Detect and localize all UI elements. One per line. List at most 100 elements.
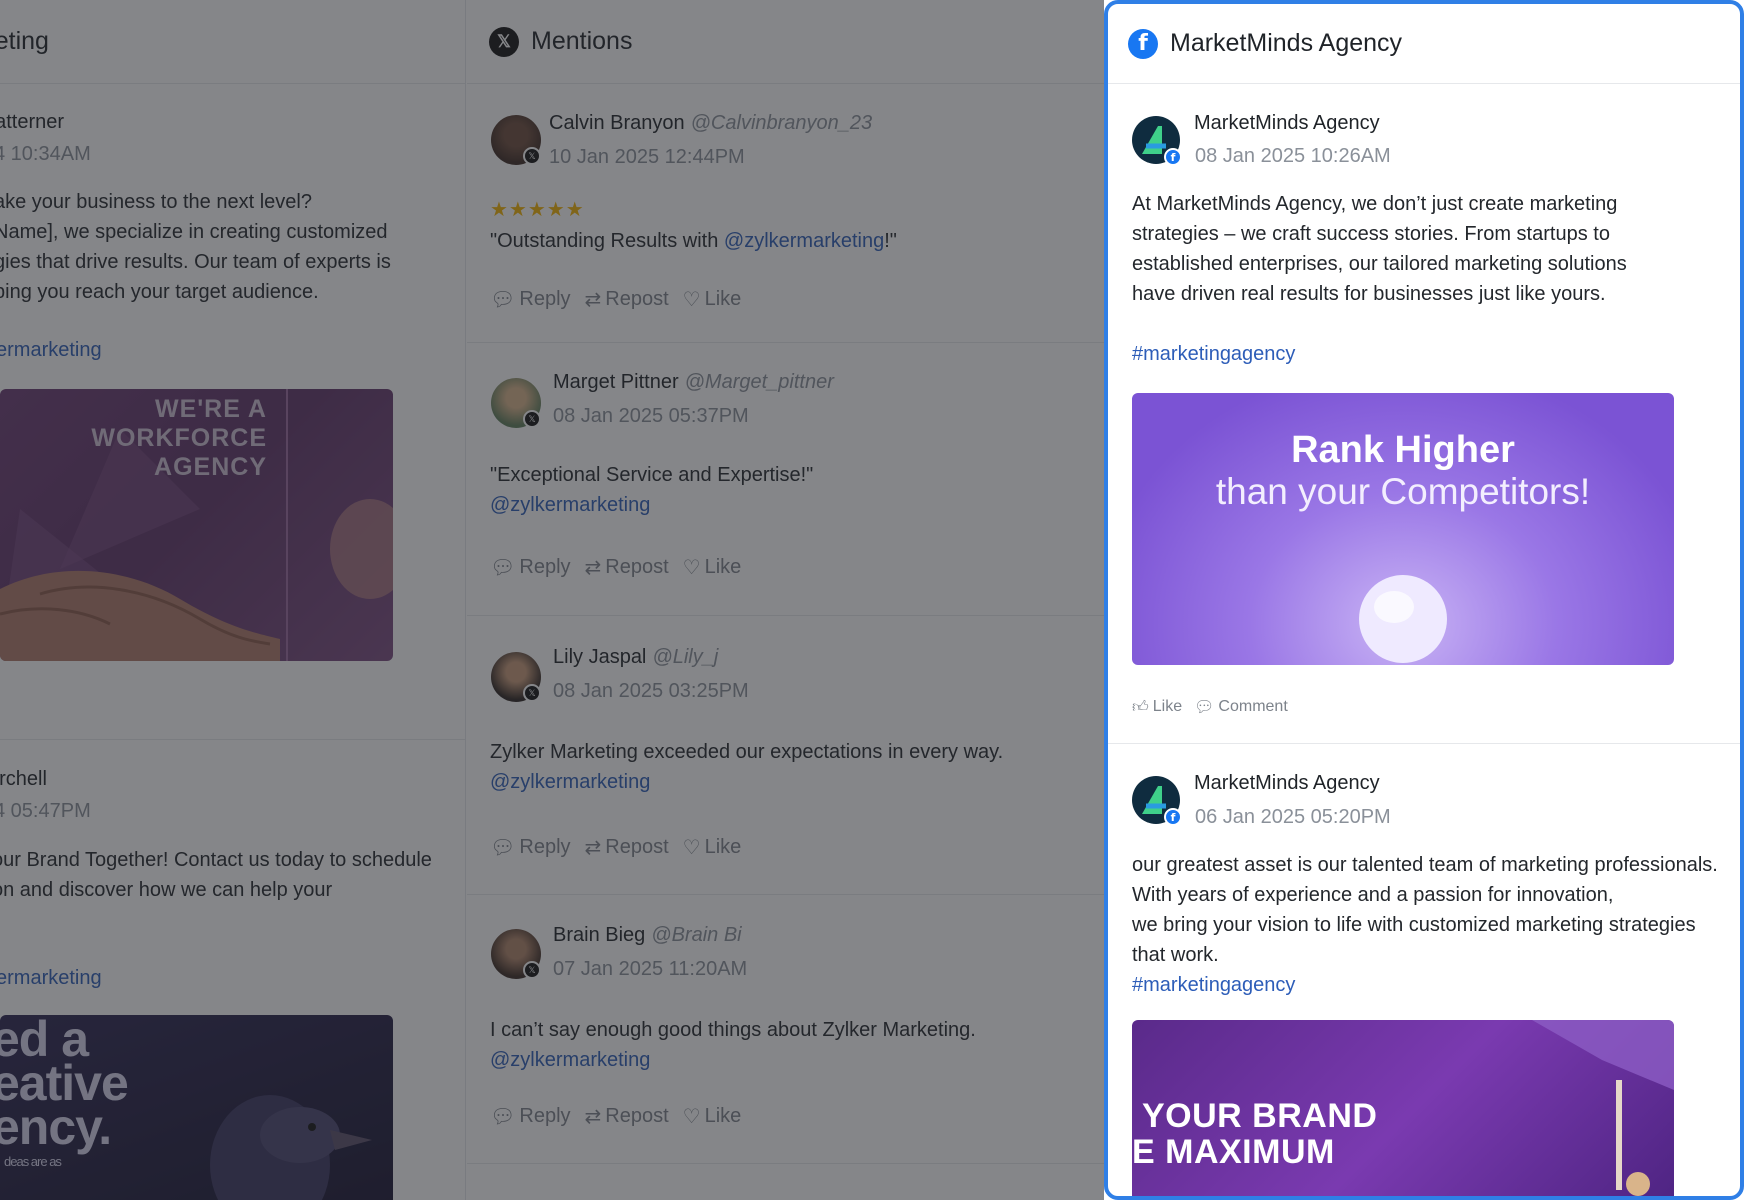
repost-button[interactable]: ⇄ Repost [585, 555, 669, 580]
mentions-column: 𝕏 Mentions 𝕏 Calvin Branyon @Calvinbranyo… [467, 0, 1104, 1200]
repost-label: Repost [605, 1105, 669, 1127]
image-line: ency. [0, 1099, 112, 1155]
post-author[interactable]: Marget Pittner [553, 371, 679, 393]
post-line: At MarketMinds Agency, we don’t just cre… [1132, 193, 1618, 215]
reply-button[interactable]: 💬︎ Reply [490, 835, 571, 860]
mention-post-3[interactable]: 𝕏 Lily Jaspal @Lily_j 08 Jan 2025 03:25PM… [467, 617, 1104, 895]
reply-icon: 💬︎ [490, 289, 516, 311]
post-text: !" [884, 230, 897, 252]
thumbs-up-icon: 👍︎ [1132, 698, 1149, 716]
post-time: 08 Jan 2025 05:37PM [553, 405, 749, 427]
like-label: Like [704, 1105, 742, 1127]
reply-button[interactable]: 💬︎ Reply [490, 555, 571, 580]
mention-header: Brain Bieg @Brain Bi [553, 924, 742, 947]
image-line: AGENCY [154, 453, 267, 481]
like-button[interactable]: ♡ Like [683, 287, 742, 312]
image-line: YOUR BRAND [1142, 1097, 1378, 1135]
like-button[interactable]: 👍︎ Like [1132, 698, 1182, 717]
post-line: have driven real results for businesses … [1132, 283, 1606, 305]
post-line: that work. [1132, 944, 1219, 966]
hashtag-link[interactable]: ermarketing [0, 335, 102, 365]
like-button[interactable]: ♡ Like [683, 835, 742, 860]
reply-button[interactable]: 💬︎ Reply [490, 287, 571, 312]
facebook-post-1[interactable]: f MarketMinds Agency 08 Jan 2025 10:26AM… [1108, 85, 1740, 744]
facebook-header: f MarketMinds Agency [1108, 4, 1740, 84]
like-button[interactable]: ♡ Like [683, 1104, 742, 1129]
facebook-post-2[interactable]: f MarketMinds Agency 06 Jan 2025 05:20PM… [1108, 745, 1740, 1196]
post-author[interactable]: Calvin Branyon [549, 112, 685, 134]
post-line: established enterprises, our tailored ma… [1132, 253, 1627, 275]
post-author[interactable]: MarketMinds Agency [1194, 112, 1380, 135]
left-column-title: arketing [0, 27, 49, 55]
repost-icon: ⇄ [584, 1106, 602, 1128]
repost-button[interactable]: ⇄ Repost [585, 287, 669, 312]
post-line: our Brand Together! Contact us today to … [0, 849, 432, 871]
mention-link[interactable]: @zylkermarketing [490, 767, 1003, 797]
repost-icon: ⇄ [584, 289, 602, 311]
brand-maximum-image[interactable]: YOUR BRAND E MAXIMUM [1132, 1020, 1674, 1196]
post-body: "Outstanding Results with @zylkermarketi… [490, 226, 897, 256]
post-time: 10 Jan 2025 12:44PM [549, 146, 745, 168]
post-line: gies that drive results. Our team of exp… [0, 251, 391, 273]
repost-icon: ⇄ [584, 837, 602, 859]
post-time: 07 Jan 2025 11:20AM [553, 958, 748, 980]
lightbulb-icon [1359, 575, 1447, 663]
post-author[interactable]: Lily Jaspal [553, 646, 646, 668]
post-actions: 💬︎ Reply ⇄ Repost ♡ Like [490, 287, 741, 312]
mention-header: Lily Jaspal @Lily_j [553, 646, 718, 669]
post-handle[interactable]: @Brain Bi [651, 924, 741, 946]
post-handle[interactable]: @Marget_pittner [685, 371, 834, 393]
mention-link[interactable]: @zylkermarketing [490, 490, 813, 520]
like-label: Like [704, 836, 742, 858]
comment-icon: 💬︎ [1194, 699, 1215, 716]
repost-label: Repost [605, 836, 669, 858]
hashtag-link[interactable]: ermarketing [0, 963, 102, 993]
repost-button[interactable]: ⇄ Repost [585, 1104, 669, 1129]
like-button[interactable]: ♡ Like [683, 555, 742, 580]
comment-button[interactable]: 💬︎ Comment [1194, 697, 1288, 717]
mention-header: Marget Pittner @Marget_pittner [553, 371, 834, 394]
reply-icon: 💬︎ [490, 837, 516, 859]
creative-image-text: ed a eative ency. deas are as [0, 1015, 129, 1169]
creative-agency-image[interactable]: ed a eative ency. deas are as [0, 1015, 393, 1200]
image-line: WORKFORCE [91, 424, 267, 452]
repost-label: Repost [605, 556, 669, 578]
post-text: "Exceptional Service and Expertise!" [490, 464, 814, 486]
like-label: Like [704, 288, 742, 310]
post-text: "Outstanding Results with [490, 230, 724, 252]
facebook-badge-icon: f [1164, 808, 1182, 826]
post-handle[interactable]: @Calvinbranyon_23 [691, 112, 873, 134]
mention-link[interactable]: @zylkermarketing [724, 230, 884, 252]
hashtag-link[interactable]: #marketingagency [1132, 339, 1295, 369]
rank-higher-image[interactable]: Rank Higher than your Competitors! [1132, 393, 1674, 665]
post-actions: 💬︎ Reply ⇄ Repost ♡ Like [490, 555, 741, 580]
left-post-2[interactable]: urchell 4 05:47PM our Brand Together! Co… [0, 741, 465, 1200]
post-time: 4 10:34AM [0, 143, 91, 165]
x-badge-icon: 𝕏 [523, 410, 541, 428]
reply-icon: 💬︎ [490, 1106, 516, 1128]
heart-icon: ♡ [682, 1106, 701, 1128]
facebook-logo-icon: f [1128, 28, 1158, 59]
repost-button[interactable]: ⇄ Repost [585, 835, 669, 860]
mentions-title: Mentions [531, 27, 633, 55]
hashtag-link[interactable]: #marketingagency [1132, 970, 1295, 1000]
reply-label: Reply [519, 556, 571, 578]
mention-post-2[interactable]: 𝕏 Marget Pittner @Marget_pittner 08 Jan 2… [467, 344, 1104, 616]
post-actions: 💬︎ Reply ⇄ Repost ♡ Like [490, 1104, 741, 1129]
mention-link[interactable]: @zylkermarketing [490, 1045, 976, 1075]
reply-button[interactable]: 💬︎ Reply [490, 1104, 571, 1129]
post-actions: 👍︎ Like 💬︎ Comment [1132, 697, 1288, 717]
post-body: our greatest asset is our talented team … [1132, 850, 1718, 970]
x-badge-icon: 𝕏 [523, 684, 541, 702]
workforce-promo-image[interactable]: WE'RE A WORKFORCE AGENCY [0, 389, 393, 661]
post-author[interactable]: MarketMinds Agency [1194, 772, 1380, 795]
left-post-1[interactable]: Latterner 4 10:34AM ake your business to… [0, 85, 465, 740]
post-author[interactable]: Brain Bieg [553, 924, 645, 946]
mention-post-1[interactable]: 𝕏 Calvin Branyon @Calvinbranyon_23 10 Jan… [467, 85, 1104, 343]
post-line: strategies – we craft success stories. F… [1132, 223, 1610, 245]
repost-icon: ⇄ [584, 557, 602, 579]
post-body: "Exceptional Service and Expertise!" @zy… [490, 460, 813, 520]
mentions-header: 𝕏 Mentions [467, 0, 1104, 84]
post-handle[interactable]: @Lily_j [652, 646, 718, 668]
mention-post-4[interactable]: 𝕏 Brain Bieg @Brain Bi 07 Jan 2025 11:20A… [467, 896, 1104, 1164]
